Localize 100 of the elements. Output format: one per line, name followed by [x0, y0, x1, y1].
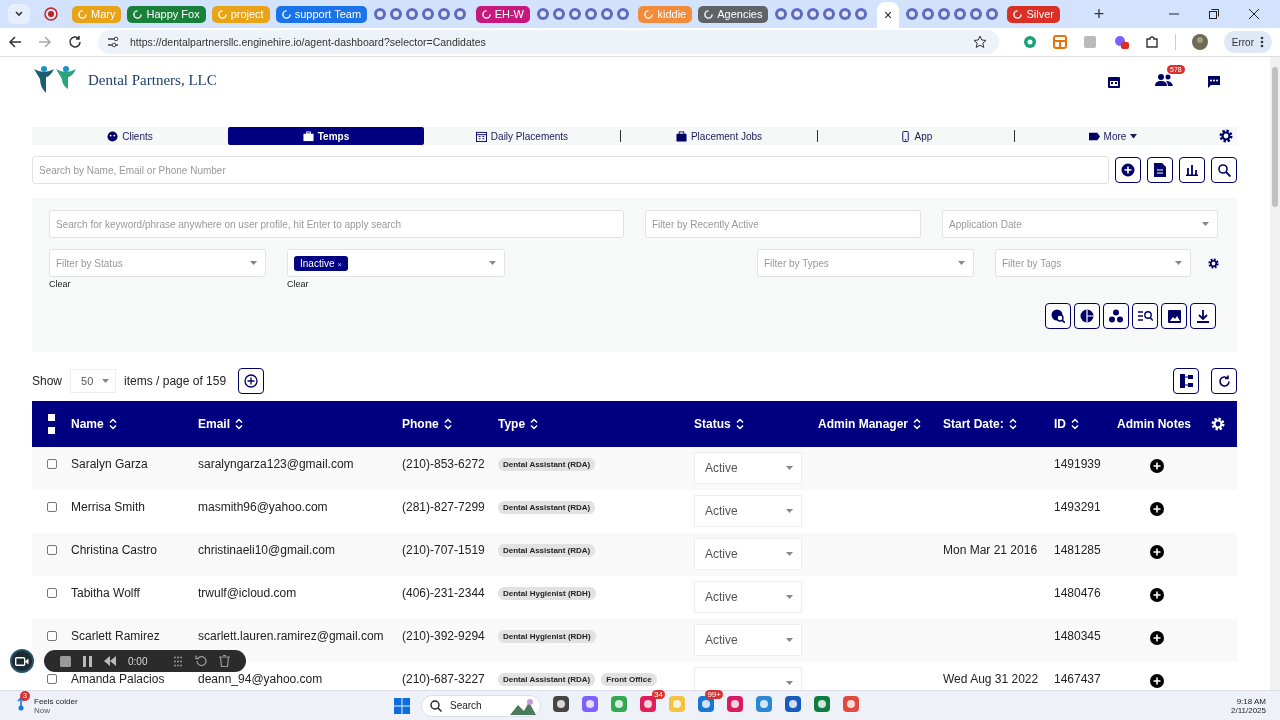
- status-chip[interactable]: Inactive ×: [294, 255, 348, 271]
- search-button[interactable]: [1211, 157, 1237, 183]
- nav-tab[interactable]: Temps: [228, 127, 424, 145]
- close-icon[interactable]: [1248, 8, 1260, 20]
- row-checkbox[interactable]: [46, 545, 57, 555]
- chat-icon[interactable]: [1207, 75, 1221, 89]
- reload-icon[interactable]: [68, 35, 82, 49]
- clock-time[interactable]: 9:18 AM: [1236, 696, 1266, 706]
- row-checkbox[interactable]: [46, 588, 57, 598]
- settings-icon[interactable]: [1208, 258, 1219, 269]
- tab-group-chip[interactable]: Silver: [1007, 5, 1060, 23]
- nav-tab[interactable]: App: [818, 127, 1014, 145]
- calendar-icon[interactable]: [1107, 75, 1121, 89]
- scrollbar-thumb[interactable]: [1272, 67, 1278, 207]
- stop-icon[interactable]: [60, 655, 71, 667]
- document-button[interactable]: [1147, 157, 1173, 183]
- select-all-checkbox[interactable]: [48, 414, 55, 434]
- column-header[interactable]: Status: [694, 417, 731, 431]
- add-note-icon[interactable]: [1150, 545, 1164, 559]
- extension-icon[interactable]: [1022, 35, 1037, 49]
- weather-title[interactable]: Feels colder: [34, 696, 78, 706]
- nav-tab[interactable]: Clients: [32, 127, 228, 145]
- download-button[interactable]: [1190, 303, 1216, 329]
- tab-search-button[interactable]: [8, 4, 30, 24]
- pause-icon[interactable]: [83, 655, 92, 667]
- extension-icon[interactable]: [1112, 34, 1129, 50]
- sort-icon[interactable]: [913, 418, 921, 430]
- refresh-button[interactable]: [1211, 368, 1237, 394]
- tab-group-chip[interactable]: support Team: [275, 5, 368, 23]
- status-values-select[interactable]: Inactive ×: [287, 249, 505, 277]
- add-note-icon[interactable]: [1150, 631, 1164, 645]
- record-icon[interactable]: [44, 7, 58, 21]
- profile-error-button[interactable]: Error: [1223, 31, 1272, 53]
- grid-icon[interactable]: [173, 655, 184, 667]
- row-checkbox[interactable]: [46, 631, 57, 641]
- nav-tab[interactable]: Daily Placements: [424, 127, 620, 145]
- add-note-icon[interactable]: [1150, 502, 1164, 516]
- back-icon[interactable]: [8, 35, 22, 49]
- status-select[interactable]: Active: [694, 581, 802, 613]
- tab-group-chip[interactable]: Agencies: [698, 5, 769, 23]
- sort-icon[interactable]: [235, 418, 243, 430]
- clock-date[interactable]: 2/11/2025: [1231, 705, 1266, 715]
- site-info-icon[interactable]: [106, 35, 120, 49]
- sort-icon[interactable]: [735, 418, 744, 430]
- settings-icon[interactable]: [1219, 129, 1233, 143]
- sort-icon[interactable]: [1071, 418, 1079, 430]
- camera-button[interactable]: [10, 649, 34, 673]
- cluster-button[interactable]: [1103, 303, 1129, 329]
- column-header[interactable]: Start Date:: [943, 417, 1004, 431]
- app-icon[interactable]: [784, 694, 802, 713]
- row-checkbox[interactable]: [46, 459, 57, 469]
- row-checkbox[interactable]: [46, 674, 57, 684]
- column-header[interactable]: Phone: [402, 417, 439, 431]
- add-note-icon[interactable]: [1150, 674, 1164, 688]
- column-header[interactable]: Email: [198, 417, 230, 431]
- status-select[interactable]: Active: [694, 624, 802, 656]
- keyword-search-field[interactable]: Search for keyword/phrase anywhere on user profile, hit Enter to apply search: [49, 210, 624, 238]
- tab-group-chip[interactable]: Happy Fox: [127, 5, 206, 23]
- profile-avatar[interactable]: [1191, 34, 1208, 50]
- add-button[interactable]: [238, 368, 265, 394]
- app-icon[interactable]: [552, 694, 570, 713]
- globe-search-button[interactable]: [1045, 303, 1071, 329]
- extension-icon[interactable]: [1052, 35, 1067, 49]
- row-checkbox[interactable]: [46, 502, 57, 512]
- hierarchy-button[interactable]: [1173, 368, 1199, 394]
- app-icon[interactable]: [581, 694, 599, 713]
- list-search-button[interactable]: [1132, 303, 1158, 329]
- app-icon[interactable]: [813, 694, 831, 713]
- column-header[interactable]: Admin Manager: [818, 417, 908, 431]
- people-icon[interactable]: [1155, 73, 1173, 87]
- extensions-puzzle-icon[interactable]: [1144, 35, 1159, 49]
- add-note-icon[interactable]: [1150, 459, 1164, 473]
- taskbar-search-field[interactable]: Search: [421, 694, 541, 717]
- clear-link[interactable]: Clear: [287, 279, 505, 289]
- sort-icon[interactable]: [1008, 418, 1017, 430]
- status-select[interactable]: Active: [694, 538, 802, 570]
- column-header[interactable]: Name: [71, 417, 104, 431]
- nav-tab[interactable]: Placement Jobs: [621, 127, 817, 145]
- sort-icon[interactable]: [530, 418, 539, 430]
- column-header[interactable]: Type: [498, 417, 526, 431]
- undo-icon[interactable]: [195, 655, 208, 667]
- sort-icon[interactable]: [443, 418, 452, 430]
- logo-icon[interactable]: [32, 65, 78, 95]
- trash-icon[interactable]: [219, 655, 231, 667]
- active-tab[interactable]: ×: [877, 2, 899, 28]
- new-tab-button[interactable]: +: [1086, 3, 1112, 25]
- pie-chart-button[interactable]: [1074, 303, 1100, 329]
- column-header[interactable]: Admin Notes: [1117, 417, 1191, 431]
- search-field[interactable]: Search by Name, Email or Phone Number: [32, 156, 1109, 184]
- bookmark-star-icon[interactable]: [972, 35, 987, 49]
- app-icon[interactable]: [726, 694, 744, 713]
- sort-icon[interactable]: [108, 418, 117, 430]
- recently-active-field[interactable]: Filter by Recently Active: [645, 210, 921, 238]
- app-icon[interactable]: [842, 694, 860, 713]
- status-select[interactable]: Active: [694, 495, 802, 527]
- image-button[interactable]: [1161, 303, 1187, 329]
- chart-button[interactable]: [1179, 157, 1205, 183]
- add-button[interactable]: [1115, 157, 1141, 183]
- add-note-icon[interactable]: [1150, 588, 1164, 602]
- nav-tab[interactable]: More: [1015, 127, 1211, 145]
